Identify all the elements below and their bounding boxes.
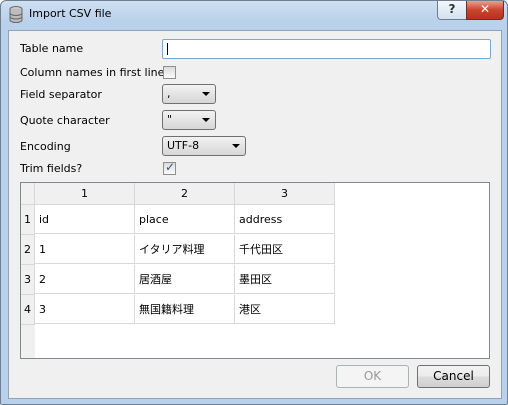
encoding-label: Encoding — [20, 140, 71, 153]
column-header[interactable]: 3 — [235, 183, 335, 205]
column-header[interactable]: 1 — [35, 183, 135, 205]
row-header[interactable]: 1 — [21, 205, 35, 235]
table-cell[interactable]: イタリア料理 — [135, 235, 235, 264]
quote-character-label: Quote character — [20, 114, 110, 127]
chevron-down-icon — [202, 118, 210, 122]
csv-preview-table[interactable]: 1 2 3 1 id place address 2 1 イタリア料理 千代田区… — [20, 182, 490, 359]
import-csv-dialog: Import CSV file ? ✕ Table name Column na… — [0, 0, 508, 405]
ok-button[interactable]: OK — [336, 365, 409, 388]
table-name-label: Table name — [20, 42, 84, 55]
cancel-button[interactable]: Cancel — [417, 365, 490, 388]
chevron-down-icon — [232, 144, 240, 148]
dialog-body: Table name Column names in first line Fi… — [8, 30, 502, 399]
table-cell[interactable]: place — [135, 205, 235, 234]
row-header[interactable]: 2 — [21, 235, 35, 265]
table-cell[interactable]: id — [35, 205, 135, 234]
table-cell[interactable]: 居酒屋 — [135, 265, 235, 294]
table-name-input[interactable] — [162, 39, 491, 59]
chevron-down-icon — [202, 92, 210, 96]
table-cell[interactable]: 港区 — [235, 295, 335, 324]
column-header[interactable]: 2 — [135, 183, 235, 205]
quote-character-value: " — [167, 113, 173, 126]
table-cell[interactable]: 無国籍料理 — [135, 295, 235, 324]
text-caret — [167, 43, 168, 55]
table-cell[interactable]: 3 — [35, 295, 135, 324]
trim-fields-checkbox[interactable]: ✓ — [163, 160, 176, 175]
field-separator-value: , — [167, 87, 171, 100]
quote-character-select[interactable]: " — [162, 110, 216, 130]
field-separator-label: Field separator — [20, 88, 102, 101]
column-names-checkbox[interactable] — [163, 66, 176, 79]
trim-fields-label: Trim fields? — [20, 162, 83, 175]
encoding-select[interactable]: UTF-8 — [162, 136, 246, 156]
window-title: Import CSV file — [29, 7, 112, 20]
table-cell[interactable]: 1 — [35, 235, 135, 264]
encoding-value: UTF-8 — [167, 139, 200, 152]
column-names-label: Column names in first line — [20, 66, 165, 79]
field-separator-select[interactable]: , — [162, 84, 216, 104]
checkmark-icon: ✓ — [165, 160, 176, 174]
help-button[interactable]: ? — [437, 1, 467, 20]
row-header-filler — [21, 325, 35, 358]
table-cell[interactable]: 2 — [35, 265, 135, 294]
database-icon — [9, 6, 23, 23]
title-bar: Import CSV file ? ✕ — [1, 1, 507, 28]
table-cell[interactable]: address — [235, 205, 335, 234]
table-cell[interactable]: 千代田区 — [235, 235, 335, 264]
corner-header — [21, 183, 35, 205]
row-header[interactable]: 4 — [21, 295, 35, 325]
table-cell[interactable]: 墨田区 — [235, 265, 335, 294]
close-button[interactable]: ✕ — [466, 1, 504, 20]
row-header[interactable]: 3 — [21, 265, 35, 295]
